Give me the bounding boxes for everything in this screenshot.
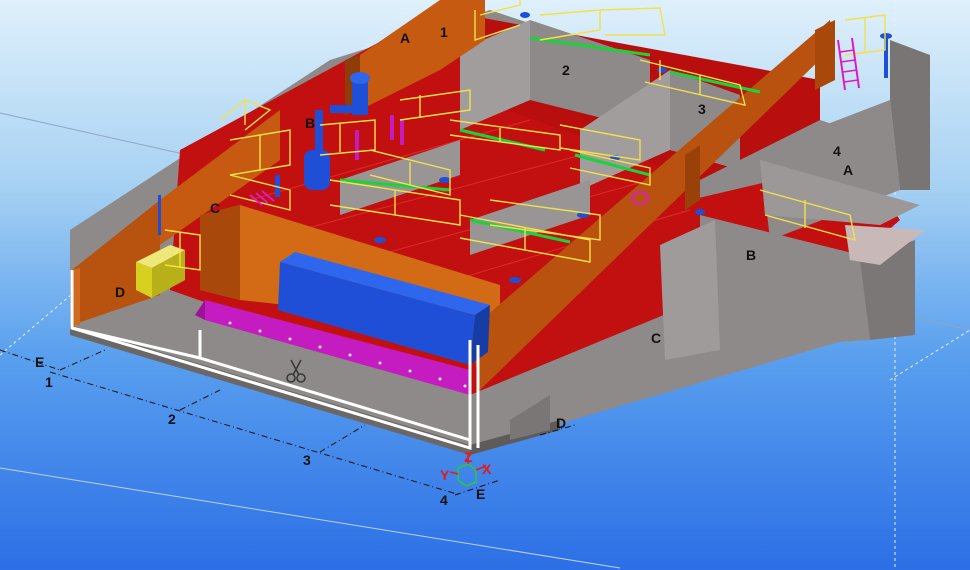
label-b-left: B [305, 115, 315, 131]
label-3: 3 [698, 101, 706, 117]
grid-line [889, 329, 970, 381]
label-2: 2 [562, 62, 570, 78]
axis-y-label: Y [440, 467, 450, 483]
pipe-magenta [400, 120, 404, 145]
label-c-right: C [651, 330, 661, 346]
grid-label-2: 2 [168, 411, 176, 427]
grid-label-e-left: E [35, 354, 44, 370]
grid-label-3: 3 [303, 452, 311, 468]
pipe-magenta [355, 130, 359, 160]
model-viewport[interactable]: A 1 2 3 4 A B B C C D D E 1 2 3 4 E Z Y … [0, 0, 970, 570]
grid-label-4: 4 [440, 492, 448, 508]
construction-line [0, 467, 621, 569]
wall-right-door [685, 145, 700, 210]
pipe-magenta [390, 115, 394, 140]
label-a-right: A [843, 162, 853, 178]
pipe-vertical [158, 195, 161, 235]
label-1-top: 1 [440, 24, 448, 40]
axis-x-label: X [482, 461, 492, 477]
axis-z-label: Z [464, 449, 473, 465]
pump-body[interactable] [304, 150, 330, 190]
central-wall-end [200, 205, 240, 300]
grid-label-e-bottom: E [476, 486, 485, 502]
pipe-horizontal [330, 105, 360, 113]
stand-pipe-cap [880, 33, 892, 39]
grid-label-1: 1 [45, 374, 53, 390]
label-d-left: D [115, 284, 125, 300]
label-c-left: C [210, 200, 220, 216]
model-scene[interactable]: A 1 2 3 4 A B B C C D D E 1 2 3 4 E Z Y … [0, 0, 970, 570]
pipe-vertical [315, 110, 323, 155]
ladder [837, 37, 860, 91]
label-d-bottom: D [556, 415, 566, 431]
label-4-right: 4 [833, 143, 841, 159]
label-a-top: A [400, 30, 410, 46]
right-pier-c[interactable] [660, 220, 720, 360]
pump-cap [350, 72, 370, 84]
wall-right-end [815, 20, 835, 90]
label-b-right: B [746, 247, 756, 263]
coordinate-axis-icon[interactable]: Z Y X [440, 449, 492, 487]
